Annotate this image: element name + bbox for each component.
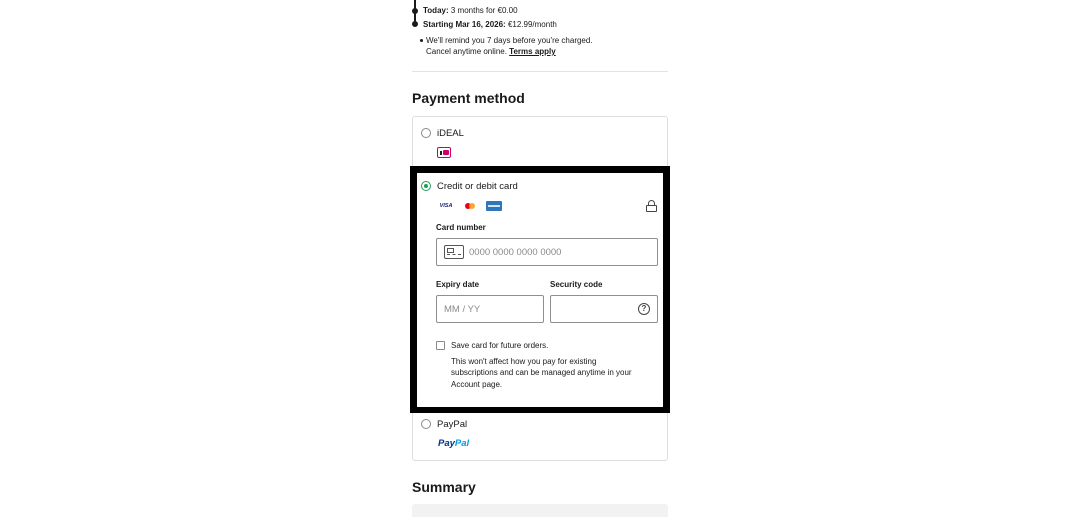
payment-method-title: Payment method — [412, 90, 525, 106]
card-number-label: Card number — [436, 223, 486, 232]
timeline-dot — [412, 8, 418, 14]
visa-logo-icon: VISA — [439, 203, 453, 209]
card-number-input[interactable] — [469, 246, 649, 259]
credit-card-icon — [444, 245, 464, 259]
paypal-radio[interactable] — [421, 419, 431, 429]
cancel-text: Cancel anytime online. — [426, 47, 507, 56]
card-option-label[interactable]: Credit or debit card — [437, 181, 518, 192]
save-card-checkbox[interactable] — [436, 341, 445, 350]
summary-title: Summary — [412, 479, 476, 495]
help-icon[interactable]: ? — [638, 303, 650, 315]
paypal-logo-icon: PayPal — [438, 438, 470, 449]
ideal-label[interactable]: iDEAL — [437, 128, 464, 139]
summary-box — [412, 504, 668, 517]
expiry-label: Expiry date — [436, 280, 480, 289]
card-number-field[interactable] — [436, 238, 658, 266]
expiry-input[interactable] — [444, 303, 539, 316]
mastercard-logo-icon — [461, 201, 479, 211]
paypal-label[interactable]: PayPal — [437, 419, 467, 430]
cancel-line: Cancel anytime online. Terms apply — [426, 46, 670, 57]
expiry-field[interactable] — [436, 295, 544, 323]
card-radio[interactable] — [421, 181, 431, 191]
save-card-help-text: This won't affect how you pay for existi… — [451, 357, 632, 389]
save-card-label[interactable]: Save card for future orders. — [451, 341, 548, 351]
security-code-label: Security code — [550, 280, 603, 289]
trial-timeline — [412, 0, 418, 27]
trial-starting-label: Starting Mar 16, 2026: — [423, 20, 506, 29]
ideal-radio[interactable] — [421, 128, 431, 138]
trial-today-text: 3 months for €0.00 — [450, 6, 518, 15]
trial-starting: Starting Mar 16, 2026: €12.99/month — [423, 20, 557, 30]
lock-icon — [646, 200, 657, 212]
ideal-logo-icon — [437, 147, 451, 158]
trial-starting-text: €12.99/month — [507, 20, 557, 29]
timeline-dot — [412, 21, 418, 27]
trial-today-label: Today: — [423, 6, 449, 15]
terms-link[interactable]: Terms apply — [509, 47, 556, 56]
amex-logo-icon — [486, 201, 502, 211]
bullet-icon — [420, 39, 423, 42]
reminder-note: We'll remind you 7 days before you're ch… — [420, 35, 670, 57]
security-code-field[interactable]: ? — [550, 295, 658, 323]
security-code-input[interactable] — [558, 303, 633, 316]
reminder-text: We'll remind you 7 days before you're ch… — [426, 36, 593, 45]
divider — [412, 71, 668, 72]
trial-today: Today: 3 months for €0.00 — [423, 6, 518, 16]
